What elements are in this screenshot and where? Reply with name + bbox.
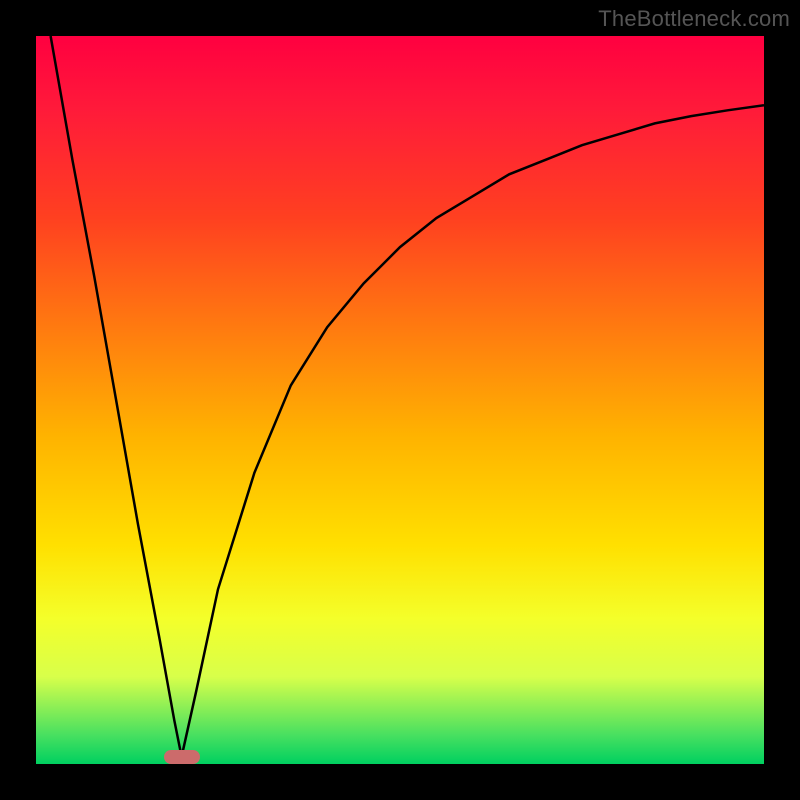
watermark-text: TheBottleneck.com bbox=[598, 6, 790, 32]
curve-right bbox=[182, 105, 764, 757]
curve-left bbox=[51, 36, 182, 757]
min-marker bbox=[164, 750, 200, 764]
plot-area bbox=[36, 36, 764, 764]
chart-svg bbox=[36, 36, 764, 764]
chart-frame: TheBottleneck.com bbox=[0, 0, 800, 800]
